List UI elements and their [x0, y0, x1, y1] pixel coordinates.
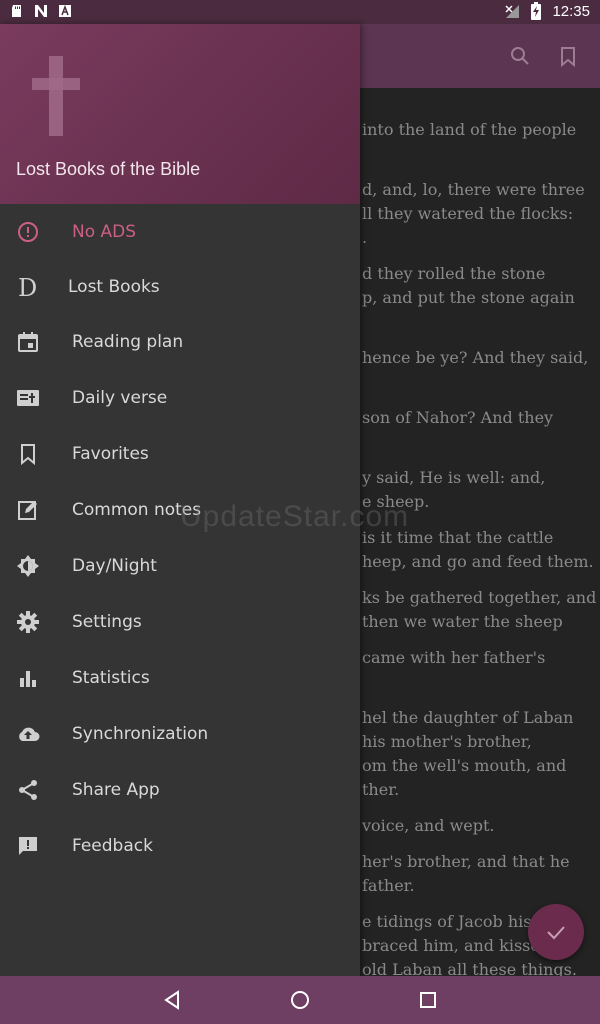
menu-item-label: Feedback — [72, 836, 153, 856]
app-name: Lost Books of the Bible — [16, 159, 201, 179]
menu-item-lost-books[interactable]: D Lost Books — [0, 259, 360, 315]
battery-charging-icon — [531, 2, 542, 20]
no-signal-icon — [505, 5, 520, 18]
menu-item-label: Settings — [72, 612, 142, 632]
text-line: came with her father's — [362, 648, 546, 667]
menu-item-label: No ADS — [72, 222, 137, 242]
menu-item-feedback[interactable]: Feedback — [0, 818, 360, 874]
letter-d-icon: D — [18, 275, 37, 299]
text-line: father. — [362, 876, 415, 895]
status-time: 12:35 — [552, 2, 590, 20]
text-line: om the well's mouth, and — [362, 756, 567, 775]
menu-item-label: Daily verse — [72, 388, 168, 408]
drawer-header: Lost Books of the Bible — [0, 24, 360, 204]
menu-item-label: Share App — [72, 780, 160, 800]
text-line: heep, and go and feed them. — [362, 552, 594, 571]
menu-item-share-app[interactable]: Share App — [0, 762, 360, 818]
menu-item-daily-verse[interactable]: Daily verse — [0, 370, 360, 426]
text-line: e tidings of Jacob his — [362, 912, 532, 931]
text-line: hel the daughter of Laban — [362, 708, 574, 727]
back-nav-icon[interactable] — [160, 988, 184, 1012]
text-line: d they rolled the stone — [362, 264, 546, 283]
edit-note-icon — [18, 501, 37, 520]
menu-item-label: Favorites — [72, 444, 149, 464]
menu-item-label: Lost Books — [68, 277, 160, 297]
bookmark-icon — [21, 444, 35, 466]
text-line: ther. — [362, 780, 400, 799]
check-fab-button[interactable] — [528, 904, 584, 960]
text-line: ll they watered the flocks: — [362, 204, 574, 223]
recents-nav-icon[interactable] — [416, 988, 440, 1012]
text-line: p, and put the stone again — [362, 288, 575, 307]
text-line: hence be ye? And they said, — [362, 348, 589, 367]
text-line: into the land of the people — [362, 120, 577, 139]
text-line: braced him, and kissed — [362, 936, 551, 955]
home-nav-icon[interactable] — [288, 988, 312, 1012]
calendar-icon — [18, 332, 38, 352]
menu-item-favorites[interactable]: Favorites — [0, 426, 360, 482]
bar-chart-icon — [20, 671, 36, 687]
share-icon — [19, 780, 37, 800]
text-line: . — [362, 228, 368, 247]
n-app-icon — [35, 5, 47, 17]
search-icon[interactable] — [504, 40, 536, 72]
menu-item-label: Statistics — [72, 668, 150, 688]
a-app-icon — [59, 4, 71, 17]
menu-item-day-night[interactable]: Day/Night — [0, 538, 360, 594]
text-line: then we water the sheep — [362, 612, 563, 631]
gear-icon — [17, 611, 39, 633]
text-line: voice, and wept. — [362, 816, 495, 835]
system-nav-bar — [0, 976, 600, 1024]
brightness-icon — [17, 555, 39, 577]
text-line: son of Nahor? And they — [362, 408, 554, 427]
menu-item-label: Reading plan — [72, 332, 184, 352]
check-icon — [547, 926, 565, 940]
text-line: his mother's brother, — [362, 732, 532, 751]
menu-item-settings[interactable]: Settings — [0, 594, 360, 650]
watermark: UpdateStar.com — [180, 500, 410, 533]
status-bar: 12:35 — [0, 0, 600, 24]
text-line: d, and, lo, there were three — [362, 180, 585, 199]
bookmark-icon[interactable] — [552, 40, 584, 72]
menu-item-statistics[interactable]: Statistics — [0, 650, 360, 706]
cloud-upload-icon — [19, 727, 40, 741]
text-line: y said, He is well: and, — [362, 468, 546, 487]
menu-item-label: Synchronization — [72, 724, 209, 744]
text-line: her's brother, and that he — [362, 852, 570, 871]
cross-logo-icon — [32, 56, 80, 136]
feedback-icon — [19, 837, 37, 855]
menu-item-synchronization[interactable]: Synchronization — [0, 706, 360, 762]
menu-item-reading-plan[interactable]: Reading plan — [0, 314, 360, 370]
menu-item-no-ads[interactable]: No ADS — [0, 204, 360, 260]
sd-card-icon — [12, 5, 21, 17]
menu-item-label: Day/Night — [72, 556, 157, 576]
text-line: ks be gathered together, and — [362, 588, 597, 607]
alert-circle-icon — [18, 222, 38, 242]
svg-text:D: D — [18, 275, 37, 299]
daily-verse-icon — [17, 390, 39, 406]
